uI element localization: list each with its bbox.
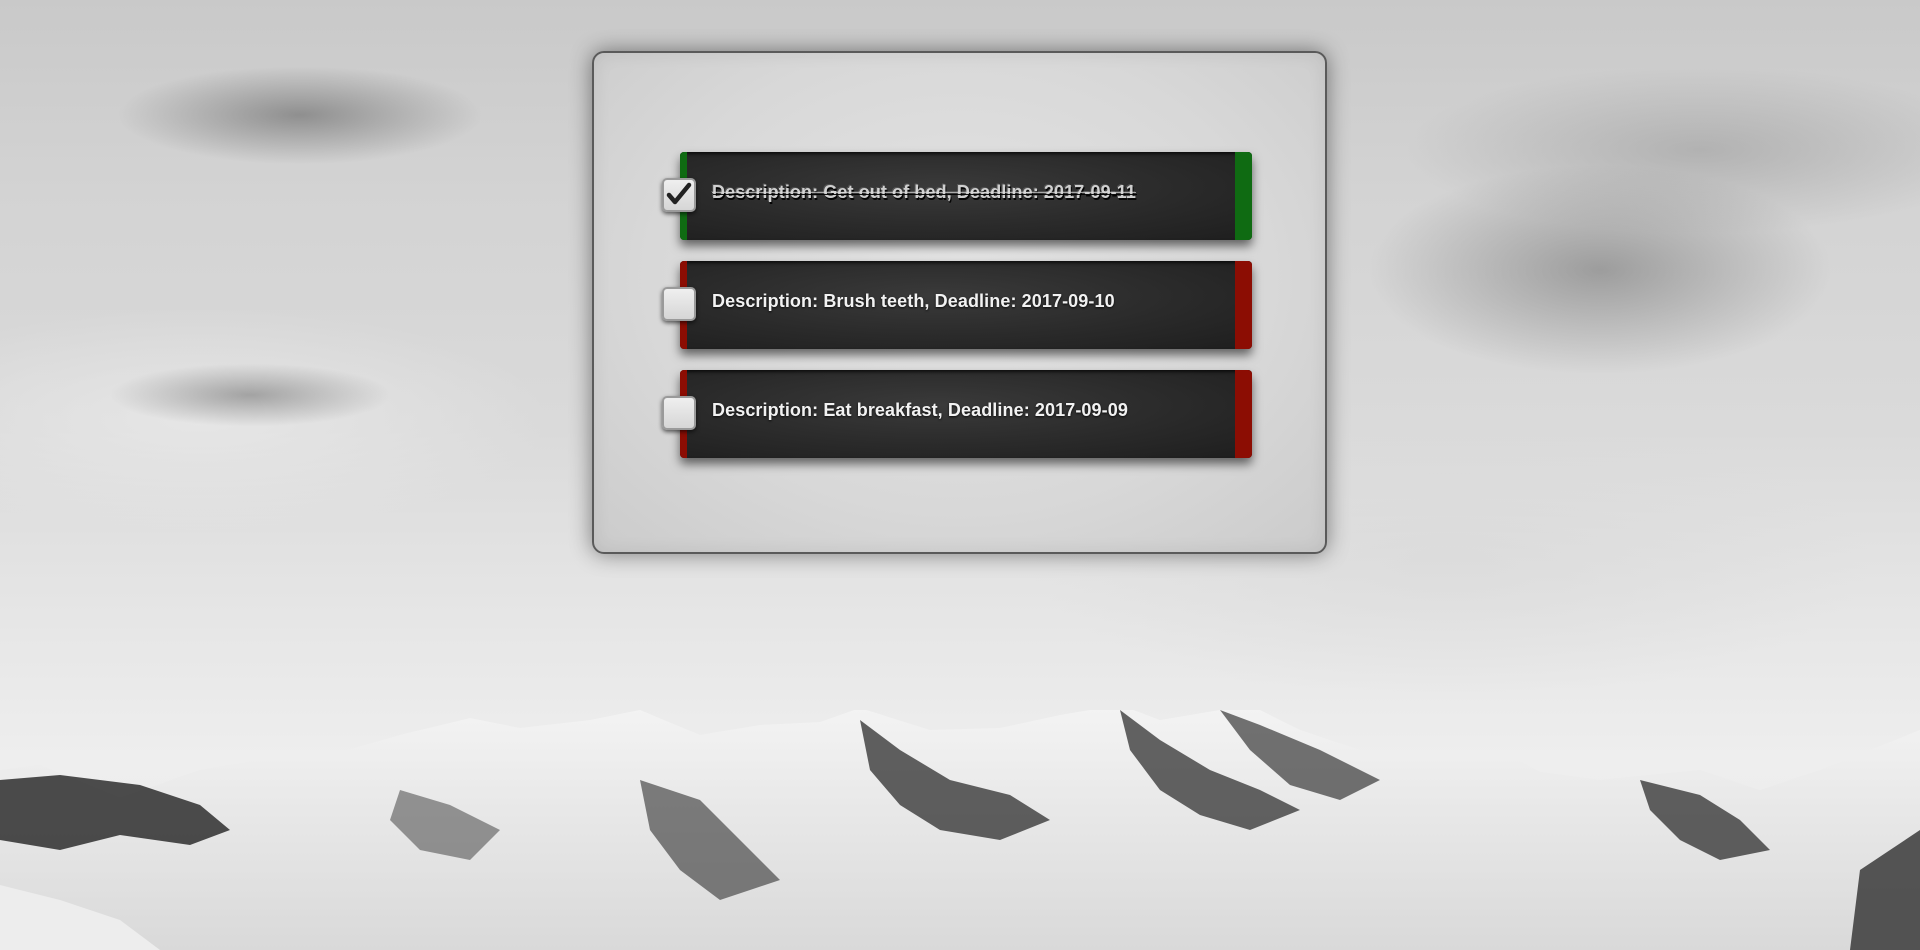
todo-list-panel: Description: Get out of bed, Deadline: 2… bbox=[592, 51, 1327, 554]
check-icon bbox=[666, 182, 692, 205]
task-item: Description: Eat breakfast, Deadline: 20… bbox=[662, 370, 1252, 458]
task-status-indicator-right bbox=[1235, 370, 1252, 458]
task-complete-checkbox[interactable] bbox=[662, 396, 696, 430]
task-item: Description: Get out of bed, Deadline: 2… bbox=[662, 152, 1252, 240]
task-status-indicator-right bbox=[1235, 152, 1252, 240]
task-status-indicator-right bbox=[1235, 261, 1252, 349]
task-description: Description: Get out of bed, Deadline: 2… bbox=[712, 182, 1136, 202]
task-description: Description: Eat breakfast, Deadline: 20… bbox=[712, 400, 1128, 420]
task-description: Description: Brush teeth, Deadline: 2017… bbox=[712, 291, 1115, 311]
task-item: Description: Brush teeth, Deadline: 2017… bbox=[662, 261, 1252, 349]
app-background: Description: Get out of bed, Deadline: 2… bbox=[0, 0, 1920, 950]
mountain-backdrop bbox=[0, 710, 1920, 950]
task-complete-checkbox[interactable] bbox=[662, 178, 696, 212]
task-complete-checkbox[interactable] bbox=[662, 287, 696, 321]
